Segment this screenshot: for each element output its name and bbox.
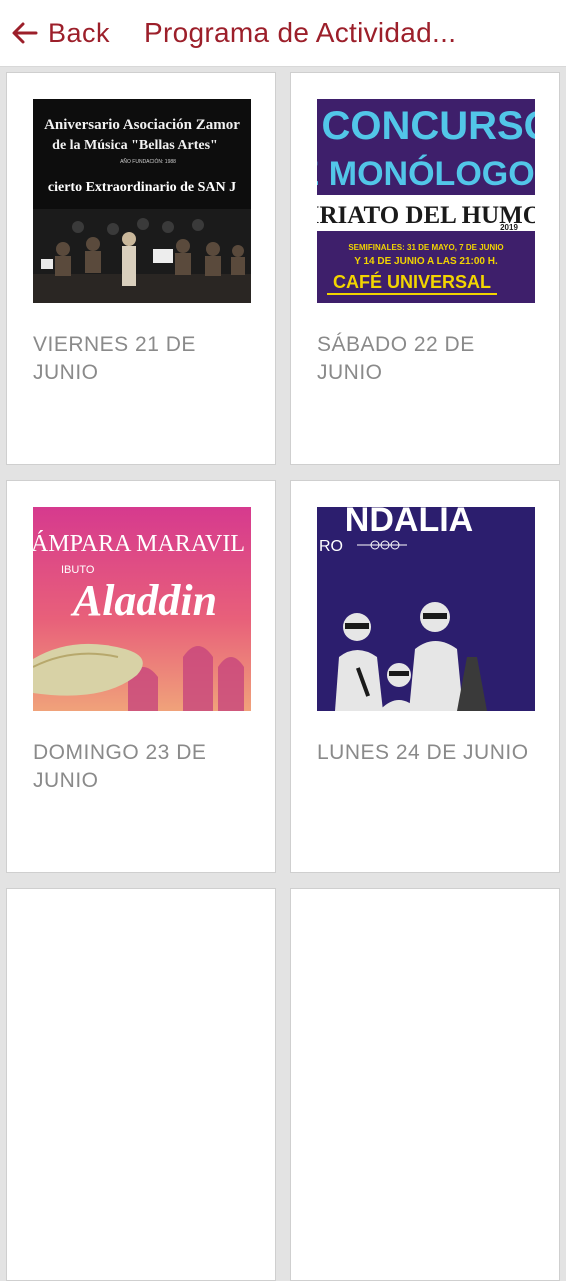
arrow-left-icon	[12, 22, 38, 44]
poster-text-line: de la Música "Bellas Artes"	[52, 138, 218, 153]
event-poster-image: Aniversario Asociación Zamor de la Músic…	[33, 99, 251, 303]
poster-text-line: RO	[319, 538, 343, 555]
event-card-lunes[interactable]: NDALIA RO LUNES 24 DE JUNIO	[290, 480, 560, 873]
poster-text-line: 2019	[500, 223, 518, 232]
poster-text-line: CAFÉ UNIVERSAL	[333, 271, 491, 292]
event-card-next[interactable]	[6, 888, 276, 1281]
poster-text-line: I CONCURSO	[317, 104, 535, 148]
poster-text-line: E MONÓLOGOS	[317, 155, 535, 193]
event-card-next[interactable]	[290, 888, 560, 1281]
event-card-viernes[interactable]: Aniversario Asociación Zamor de la Músic…	[6, 72, 276, 465]
event-poster-image: I CONCURSO E MONÓLOGOS VIRIATO DEL HUMOR…	[317, 99, 535, 303]
event-card-sabado[interactable]: I CONCURSO E MONÓLOGOS VIRIATO DEL HUMOR…	[290, 72, 560, 465]
poster-text-line: ÁMPARA MARAVIL	[33, 531, 245, 557]
event-card-domingo[interactable]: ÁMPARA MARAVIL IBUTO Aladdin DOMINGO 23 …	[6, 480, 276, 873]
event-date: VIERNES 21 DE JUNIO	[33, 333, 196, 384]
back-label: Back	[48, 17, 111, 48]
poster-text-line: NDALIA	[345, 507, 473, 539]
poster-text-line: Aniversario Asociación Zamor	[44, 117, 240, 133]
poster-text-line: IBUTO	[61, 564, 95, 576]
event-date: DOMINGO 23 DE JUNIO	[33, 741, 207, 792]
event-poster-image: NDALIA RO	[317, 507, 535, 711]
poster-text-line: cierto Extraordinario de SAN J	[48, 180, 236, 195]
back-button[interactable]: Back	[10, 18, 110, 49]
event-grid: Aniversario Asociación Zamor de la Músic…	[0, 66, 566, 1281]
page-title: Programa de Actividad...	[144, 17, 457, 48]
event-date: SÁBADO 22 DE JUNIO	[317, 333, 475, 384]
event-poster-image: ÁMPARA MARAVIL IBUTO Aladdin	[33, 507, 251, 711]
poster-text-line: Y 14 DE JUNIO A LAS 21:00 H.	[354, 256, 498, 267]
poster-text-line: SEMIFINALES: 31 DE MAYO, 7 DE JUNIO	[348, 243, 503, 252]
top-app-bar: Back Programa de Actividad...	[0, 0, 566, 67]
poster-text-line: AÑO FUNDACIÓN: 1988	[120, 158, 176, 165]
event-date: LUNES 24 DE JUNIO	[317, 741, 529, 764]
poster-text-line: Aladdin	[70, 576, 217, 625]
